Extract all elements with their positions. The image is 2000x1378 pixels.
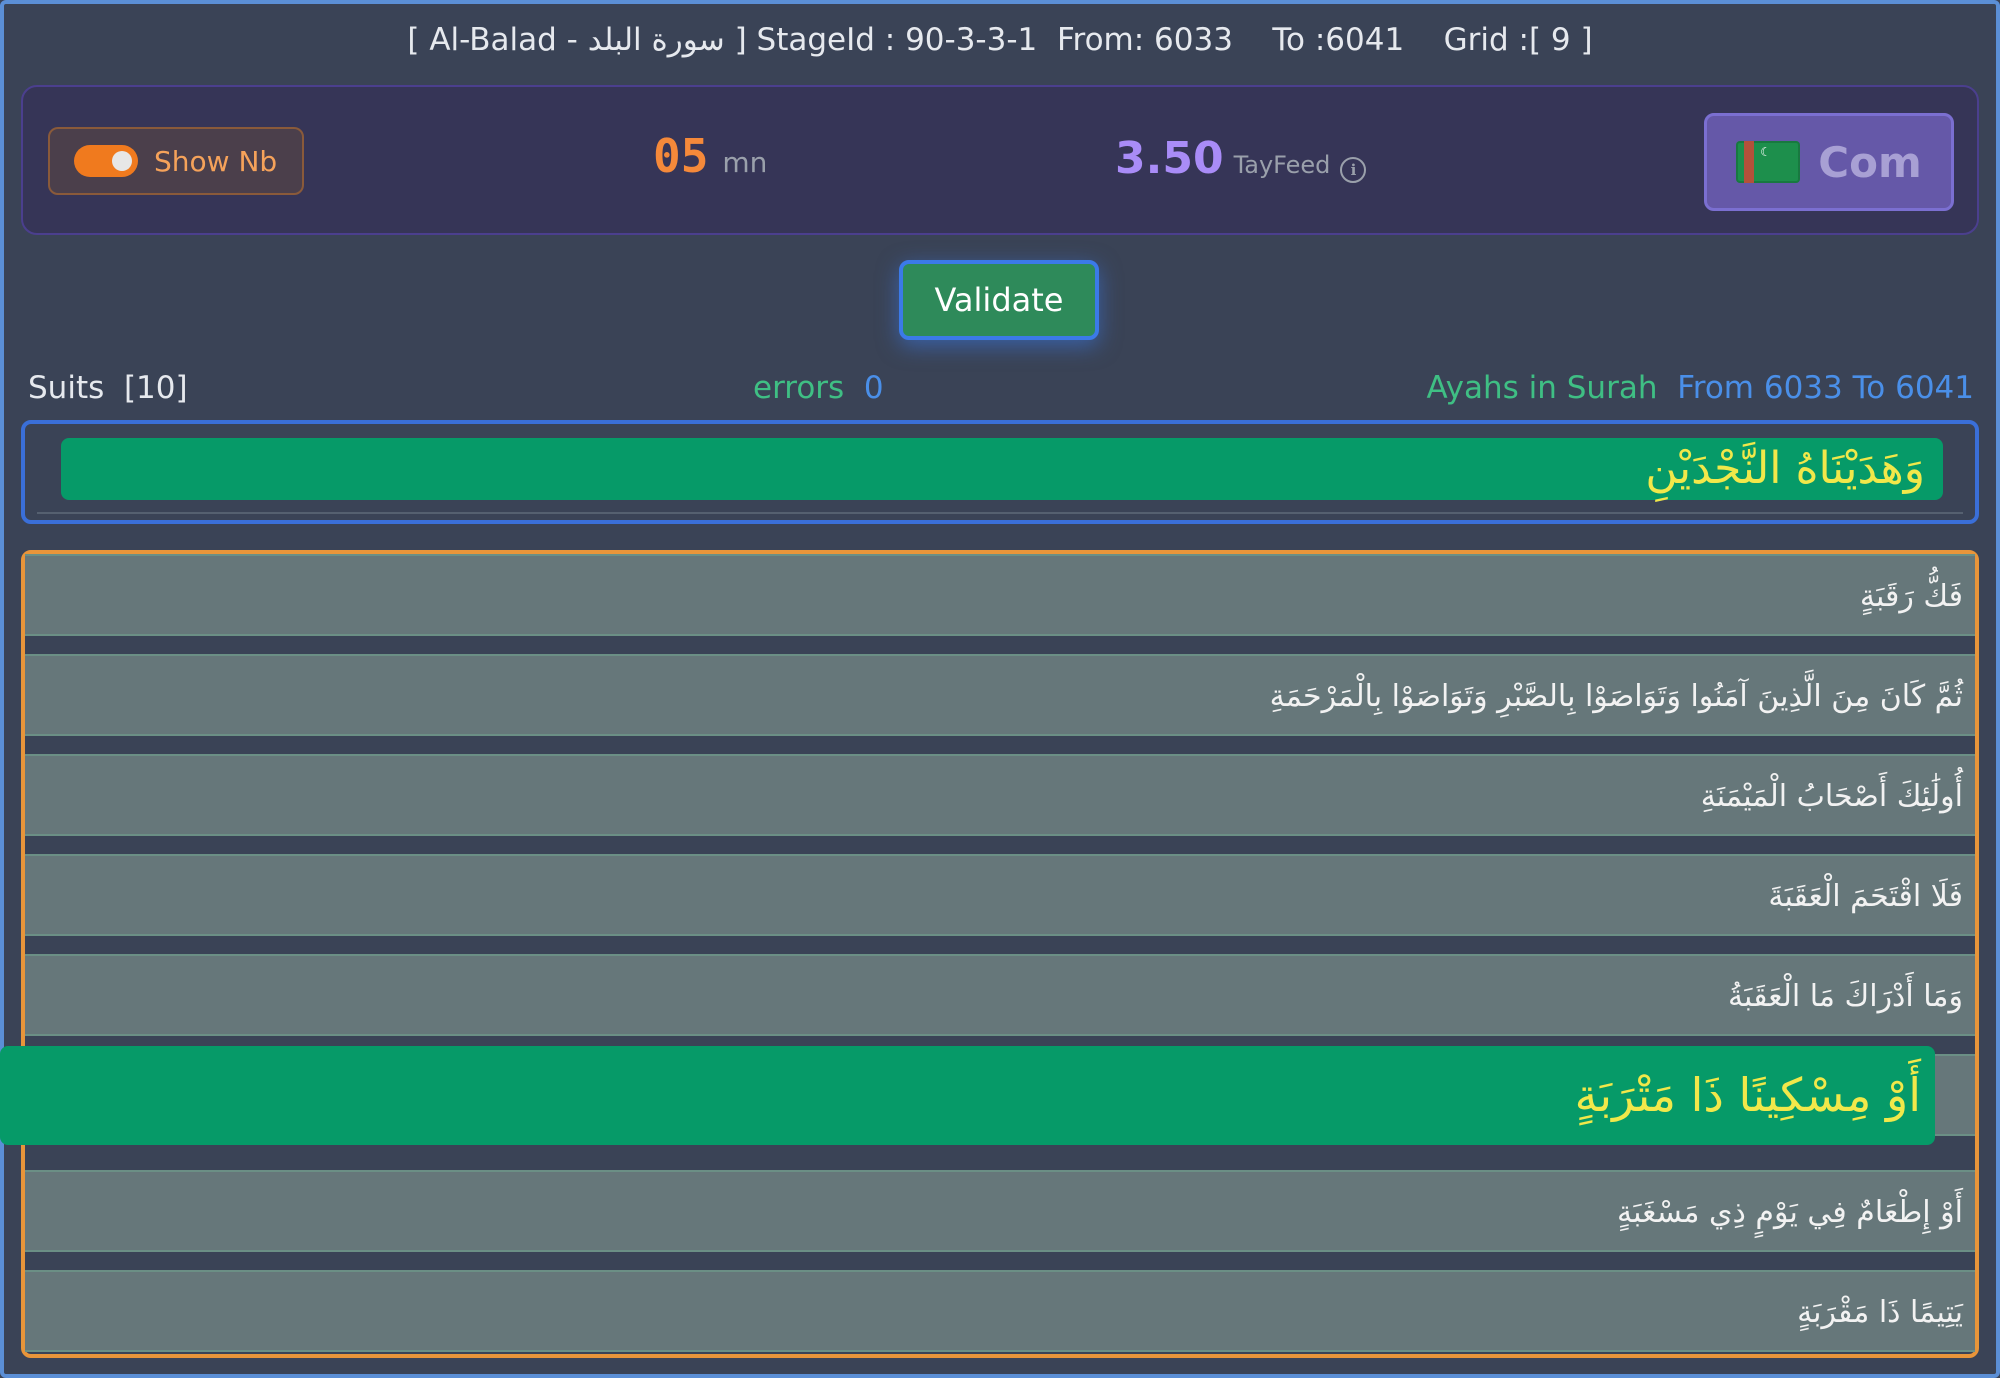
ayah-row[interactable]: يَتِيمًا ذَا مَقْرَبَةٍ [25, 1270, 1975, 1352]
errors-value: 0 [863, 370, 884, 406]
dragged-ayah[interactable]: أَوْ مِسْكِينًا ذَا مَتْرَبَةٍ [0, 1046, 1935, 1145]
drop-zone-divider [37, 512, 1963, 514]
header-prefix: [ Al-Balad - [407, 22, 588, 58]
stage-header: [ Al-Balad - سورة البلد ] StageId : 90-3… [0, 22, 2000, 58]
ayah-row[interactable]: وَمَا أَدْرَاكَ مَا الْعَقَبَةُ [25, 954, 1975, 1036]
ayah-row[interactable]: فَكُّ رَقَبَةٍ [25, 554, 1975, 636]
timer-value: 05 [653, 129, 709, 183]
placed-ayah[interactable]: وَهَدَيْنَاهُ النَّجْدَيْنِ [61, 438, 1943, 500]
toggle-label: Show Nb [154, 144, 278, 178]
ayahs-range: From 6033 To 6041 [1677, 370, 1974, 406]
timer-unit: mn [722, 146, 768, 179]
com-button[interactable]: ☾ Com [1704, 113, 1954, 211]
ayah-row[interactable]: فَلَا اقْتَحَمَ الْعَقَبَةَ [25, 854, 1975, 936]
show-nb-toggle[interactable]: Show Nb [48, 127, 304, 195]
fee-display: 3.50 TayFeed i [1115, 133, 1367, 184]
target-drop-zone[interactable]: وَهَدَيْنَاهُ النَّجْدَيْنِ [21, 420, 1979, 524]
ayah-row[interactable]: أُولَٰئِكَ أَصْحَابُ الْمَيْمَنَةِ [25, 754, 1975, 836]
turkmenistan-flag-icon: ☾ [1736, 141, 1801, 183]
validate-button[interactable]: Validate [899, 260, 1099, 340]
info-icon[interactable]: i [1340, 157, 1367, 183]
timer: 05 mn [653, 129, 767, 183]
control-panel: Show Nb 05 mn 3.50 TayFeed i ☾ Com [21, 85, 1979, 235]
errors-stat: errors 0 [753, 370, 884, 406]
com-button-label: Com [1818, 137, 1922, 187]
ayah-row[interactable]: ثُمَّ كَانَ مِنَ الَّذِينَ آمَنُوا وَتَو… [25, 654, 1975, 736]
surah-arabic-name: سورة البلد [587, 22, 725, 58]
ayahs-range-stat: Ayahs in Surah From 6033 To 6041 [1427, 370, 1974, 406]
errors-label: errors [753, 370, 845, 406]
suits-count: Suits [10] [28, 370, 188, 406]
toggle-knob [112, 151, 132, 171]
ayah-row[interactable]: أَوْ إِطْعَامٌ فِي يَوْمٍ ذِي مَسْغَبَةٍ [25, 1170, 1975, 1252]
fee-label: TayFeed [1233, 151, 1331, 179]
ayahs-label: Ayahs in Surah [1426, 370, 1658, 406]
toggle-switch[interactable] [74, 145, 138, 177]
fee-value: 3.50 [1115, 133, 1224, 184]
header-suffix: ] StageId : 90-3-3-1 From: 6033 To :6041… [724, 22, 1593, 58]
ayah-list: فَكُّ رَقَبَةٍ ثُمَّ كَانَ مِنَ الَّذِين… [21, 550, 1979, 1358]
